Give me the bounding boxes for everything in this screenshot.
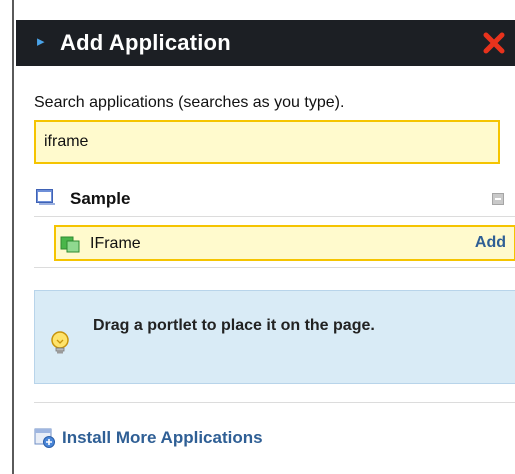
panel-header: ▸ Add Application [16, 20, 515, 66]
search-input[interactable] [34, 120, 500, 164]
category-title: Sample [70, 189, 131, 208]
portlet-icon [60, 233, 80, 253]
category-header-sample[interactable]: Sample [34, 186, 515, 214]
panel-title: Add Application [60, 30, 231, 55]
install-apps-icon [34, 427, 56, 449]
window-icon [36, 189, 56, 205]
add-application-panel: ▸ Add Application Search applications (s… [16, 0, 515, 474]
divider [34, 216, 515, 217]
divider [34, 402, 515, 403]
info-message: Drag a portlet to place it on the page. [34, 290, 515, 384]
info-text: Drag a portlet to place it on the page. [93, 317, 375, 334]
add-link[interactable]: Add [475, 233, 506, 253]
item-name: IFrame [90, 235, 141, 252]
install-link-label: Install More Applications [62, 428, 263, 447]
lightbulb-icon [49, 331, 71, 355]
close-icon[interactable] [482, 31, 506, 55]
chevron-right-icon: ▸ [37, 33, 45, 50]
minus-icon[interactable] [492, 193, 504, 205]
list-item[interactable]: IFrame Add [54, 225, 515, 261]
divider [34, 267, 515, 268]
search-label: Search applications (searches as you typ… [34, 94, 345, 111]
panel-left-border [12, 0, 14, 474]
